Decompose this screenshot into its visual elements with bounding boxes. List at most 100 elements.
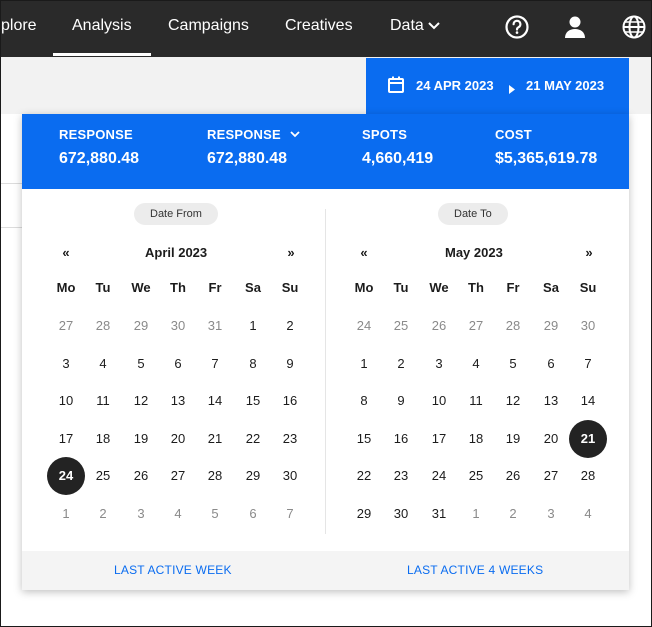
day-cell[interactable]: 1 (47, 495, 85, 533)
day-cell-selected[interactable]: 24 (47, 457, 85, 495)
day-cell[interactable]: 7 (569, 345, 607, 383)
day-cell[interactable]: 2 (84, 495, 122, 533)
help-icon[interactable] (504, 14, 530, 40)
day-cell[interactable]: 3 (532, 495, 570, 533)
day-cell[interactable]: 10 (47, 382, 85, 420)
day-cell[interactable]: 4 (457, 345, 495, 383)
nav-campaigns[interactable]: Campaigns (168, 1, 249, 57)
day-cell[interactable]: 29 (122, 307, 160, 345)
day-cell[interactable]: 26 (420, 307, 458, 345)
day-cell[interactable]: 27 (457, 307, 495, 345)
day-cell[interactable]: 2 (494, 495, 532, 533)
day-cell[interactable]: 10 (420, 382, 458, 420)
day-cell[interactable]: 30 (569, 307, 607, 345)
day-cell[interactable]: 19 (494, 420, 532, 458)
day-cell[interactable]: 28 (196, 457, 234, 495)
day-cell[interactable]: 6 (532, 345, 570, 383)
day-cell[interactable]: 20 (159, 420, 197, 458)
day-cell[interactable]: 5 (122, 345, 160, 383)
day-cell[interactable]: 15 (345, 420, 383, 458)
last-active-week-link[interactable]: LAST ACTIVE WEEK (114, 563, 232, 577)
date-range-button[interactable]: 24 APR 2023 21 MAY 2023 (366, 58, 629, 114)
stat-response-2[interactable]: RESPONSE 672,880.48 (207, 127, 300, 168)
day-cell[interactable]: 30 (271, 457, 309, 495)
day-cell[interactable]: 16 (271, 382, 309, 420)
day-cell[interactable]: 1 (345, 345, 383, 383)
day-cell[interactable]: 3 (420, 345, 458, 383)
day-cell[interactable]: 9 (382, 382, 420, 420)
next-month-button[interactable]: » (581, 245, 597, 260)
day-cell[interactable]: 25 (382, 307, 420, 345)
day-cell[interactable]: 28 (494, 307, 532, 345)
next-month-button[interactable]: » (283, 245, 299, 260)
day-cell[interactable]: 13 (159, 382, 197, 420)
day-cell-selected[interactable]: 21 (569, 419, 607, 458)
day-cell[interactable]: 23 (271, 420, 309, 458)
day-cell[interactable]: 14 (569, 382, 607, 420)
day-cell[interactable]: 11 (84, 382, 122, 420)
day-cell[interactable]: 18 (84, 420, 122, 458)
day-cell[interactable]: 12 (122, 382, 160, 420)
last-active-4-weeks-link[interactable]: LAST ACTIVE 4 WEEKS (407, 563, 543, 577)
day-cell[interactable]: 29 (532, 307, 570, 345)
day-cell[interactable]: 7 (196, 345, 234, 383)
day-cell[interactable]: 23 (382, 457, 420, 495)
nav-creatives[interactable]: Creatives (285, 1, 353, 57)
nav-data[interactable]: Data (390, 1, 440, 57)
day-cell[interactable]: 20 (532, 420, 570, 458)
day-cell[interactable]: 21 (196, 420, 234, 458)
day-cell[interactable]: 5 (494, 345, 532, 383)
day-cell[interactable]: 31 (196, 307, 234, 345)
day-cell[interactable]: 24 (345, 307, 383, 345)
day-cell[interactable]: 22 (345, 457, 383, 495)
day-cell[interactable]: 1 (234, 307, 272, 345)
day-cell[interactable]: 8 (345, 382, 383, 420)
day-cell[interactable]: 2 (382, 345, 420, 383)
day-cell[interactable]: 30 (159, 307, 197, 345)
day-cell[interactable]: 29 (345, 495, 383, 533)
day-cell[interactable]: 1 (457, 495, 495, 533)
day-cell[interactable]: 19 (122, 420, 160, 458)
day-cell[interactable]: 8 (234, 345, 272, 383)
day-cell[interactable]: 2 (271, 307, 309, 345)
day-cell[interactable]: 9 (271, 345, 309, 383)
user-icon[interactable] (562, 14, 588, 40)
day-cell[interactable]: 17 (47, 420, 85, 458)
day-cell[interactable]: 27 (47, 307, 85, 345)
day-cell[interactable]: 28 (569, 457, 607, 495)
day-cell[interactable]: 25 (84, 457, 122, 495)
day-cell[interactable]: 18 (457, 420, 495, 458)
day-cell[interactable]: 28 (84, 307, 122, 345)
nav-explore[interactable]: plore (1, 1, 37, 57)
day-cell[interactable]: 11 (457, 382, 495, 420)
day-cell[interactable]: 26 (122, 457, 160, 495)
day-cell[interactable]: 31 (420, 495, 458, 533)
prev-month-button[interactable]: « (356, 245, 372, 260)
day-cell[interactable]: 6 (159, 345, 197, 383)
day-cell[interactable]: 25 (457, 457, 495, 495)
day-cell[interactable]: 12 (494, 382, 532, 420)
day-cell[interactable]: 17 (420, 420, 458, 458)
day-cell[interactable]: 4 (569, 495, 607, 533)
day-cell[interactable]: 4 (159, 495, 197, 533)
day-cell[interactable]: 7 (271, 495, 309, 533)
day-cell[interactable]: 22 (234, 420, 272, 458)
globe-icon[interactable] (621, 14, 647, 40)
day-cell[interactable]: 24 (420, 457, 458, 495)
day-cell[interactable]: 26 (494, 457, 532, 495)
day-cell[interactable]: 14 (196, 382, 234, 420)
day-cell[interactable]: 27 (159, 457, 197, 495)
day-cell[interactable]: 13 (532, 382, 570, 420)
nav-analysis[interactable]: Analysis (53, 1, 151, 57)
prev-month-button[interactable]: « (58, 245, 74, 260)
day-cell[interactable]: 4 (84, 345, 122, 383)
day-cell[interactable]: 16 (382, 420, 420, 458)
chevron-down-icon[interactable] (290, 131, 300, 138)
day-cell[interactable]: 3 (47, 345, 85, 383)
day-cell[interactable]: 5 (196, 495, 234, 533)
day-cell[interactable]: 6 (234, 495, 272, 533)
day-cell[interactable]: 15 (234, 382, 272, 420)
day-cell[interactable]: 3 (122, 495, 160, 533)
day-cell[interactable]: 30 (382, 495, 420, 533)
day-cell[interactable]: 27 (532, 457, 570, 495)
